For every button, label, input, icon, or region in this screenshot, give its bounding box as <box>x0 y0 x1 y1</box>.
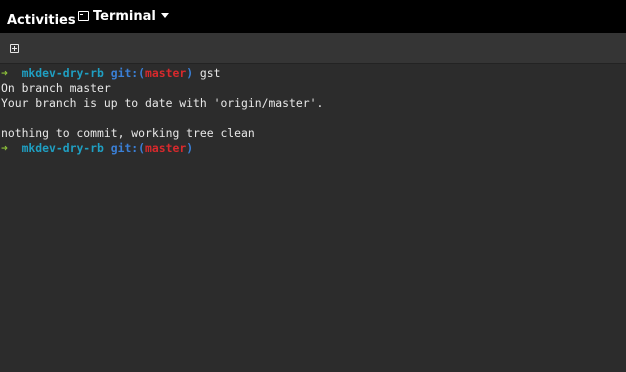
app-menu-label: Terminal <box>93 8 156 24</box>
git-branch: master <box>145 66 187 80</box>
prompt-arrow-icon: ➜ <box>1 141 8 155</box>
prompt-arrow-icon: ➜ <box>1 66 8 80</box>
app-menu-terminal[interactable]: Terminal <box>78 0 169 33</box>
terminal-icon <box>78 10 89 21</box>
output-line: nothing to commit, working tree clean <box>1 126 255 140</box>
git-prefix: git:( <box>110 66 146 80</box>
prompt-line: ➜ mkdev-dry-rb git:(master) <box>1 141 193 156</box>
activities-button[interactable]: Activities <box>7 0 76 33</box>
prompt-directory: mkdev-dry-rb <box>21 141 104 155</box>
chevron-down-icon <box>160 13 169 18</box>
git-suffix: ) <box>186 66 194 80</box>
git-suffix: ) <box>186 141 194 155</box>
terminal-header-bar <box>0 33 626 64</box>
git-branch: master <box>145 141 187 155</box>
prompt-line: ➜ mkdev-dry-rb git:(master) gst <box>1 66 220 81</box>
output-line: Your branch is up to date with 'origin/m… <box>1 96 324 110</box>
terminal-output[interactable]: ➜ mkdev-dry-rb git:(master) gst On branc… <box>0 64 626 372</box>
new-tab-button[interactable] <box>5 39 23 57</box>
command-text: gst <box>199 66 221 80</box>
git-prefix: git:( <box>110 141 146 155</box>
top-bar: Activities Terminal <box>0 0 626 33</box>
new-tab-icon <box>9 43 19 53</box>
prompt-directory: mkdev-dry-rb <box>21 66 104 80</box>
output-line: On branch master <box>1 81 111 95</box>
